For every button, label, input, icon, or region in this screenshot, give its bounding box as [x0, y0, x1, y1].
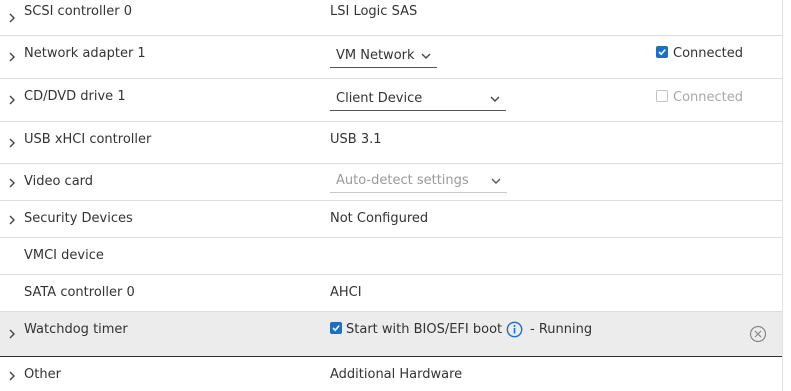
- cd-dvd-select[interactable]: Client Device: [330, 89, 506, 111]
- row-watchdog-timer[interactable]: Watchdog timer Start with BIOS/EFI boot …: [0, 312, 783, 357]
- chevron-right-icon[interactable]: [7, 215, 17, 225]
- network-select[interactable]: VM Network: [330, 46, 437, 68]
- chevron-right-icon[interactable]: [7, 13, 17, 23]
- row-value: USB 3.1: [330, 132, 382, 147]
- chevron-down-icon: [490, 96, 500, 102]
- row-label: CD/DVD drive 1: [24, 89, 126, 104]
- row-label: USB xHCI controller: [24, 132, 152, 147]
- bios-boot-label: Start with BIOS/EFI boot: [346, 322, 503, 337]
- row-value: LSI Logic SAS: [330, 4, 418, 19]
- chevron-down-icon: [421, 53, 431, 59]
- row-label: SATA controller 0: [24, 285, 135, 300]
- row-value: Not Configured: [330, 211, 429, 226]
- checkmark-icon: [332, 325, 340, 332]
- network-connected-checkbox[interactable]: [656, 46, 668, 58]
- chevron-right-icon[interactable]: [7, 52, 17, 62]
- row-label: VMCI device: [24, 248, 104, 263]
- row-label: Security Devices: [24, 211, 133, 226]
- scrollbar[interactable]: [782, 0, 791, 391]
- row-video-card: Video card Auto-detect settings: [0, 164, 783, 201]
- video-card-select-value: Auto-detect settings: [336, 173, 469, 188]
- network-select-value: VM Network: [336, 48, 415, 63]
- cd-dvd-connected-checkbox[interactable]: [656, 90, 668, 102]
- chevron-right-icon[interactable]: [7, 371, 17, 381]
- chevron-right-icon[interactable]: [7, 95, 17, 105]
- chevron-right-icon[interactable]: [7, 329, 17, 339]
- row-usb-controller: USB xHCI controller USB 3.1: [0, 122, 783, 164]
- row-network-adapter: Network adapter 1 VM Network Connected: [0, 36, 783, 79]
- checkmark-icon: [658, 49, 666, 56]
- row-label: Network adapter 1: [24, 46, 146, 61]
- watchdog-status: - Running: [530, 322, 593, 337]
- cd-dvd-connected-label: Connected: [673, 90, 744, 105]
- row-label: Other: [24, 367, 61, 382]
- row-security-devices: Security Devices Not Configured: [0, 201, 783, 238]
- row-label: Video card: [24, 174, 94, 189]
- video-card-select[interactable]: Auto-detect settings: [330, 171, 507, 193]
- remove-device-icon[interactable]: [749, 325, 767, 343]
- chevron-right-icon[interactable]: [7, 138, 17, 148]
- chevron-down-icon: [491, 178, 501, 184]
- row-cd-dvd-drive: CD/DVD drive 1 Client Device Connected: [0, 79, 783, 122]
- chevron-right-icon[interactable]: [7, 178, 17, 188]
- row-label: SCSI controller 0: [24, 4, 132, 19]
- row-value: Additional Hardware: [330, 367, 463, 382]
- row-vmci-device: VMCI device: [0, 238, 783, 275]
- row-sata-controller: SATA controller 0 AHCI: [0, 275, 783, 312]
- info-icon[interactable]: [506, 321, 523, 338]
- row-other: Other Additional Hardware: [0, 357, 783, 391]
- row-label: Watchdog timer: [24, 322, 128, 337]
- row-scsi-controller: SCSI controller 0 LSI Logic SAS: [0, 0, 783, 36]
- cd-dvd-select-value: Client Device: [336, 91, 423, 106]
- network-connected-label: Connected: [673, 46, 744, 61]
- bios-boot-checkbox[interactable]: [330, 322, 342, 334]
- row-value: AHCI: [330, 285, 362, 300]
